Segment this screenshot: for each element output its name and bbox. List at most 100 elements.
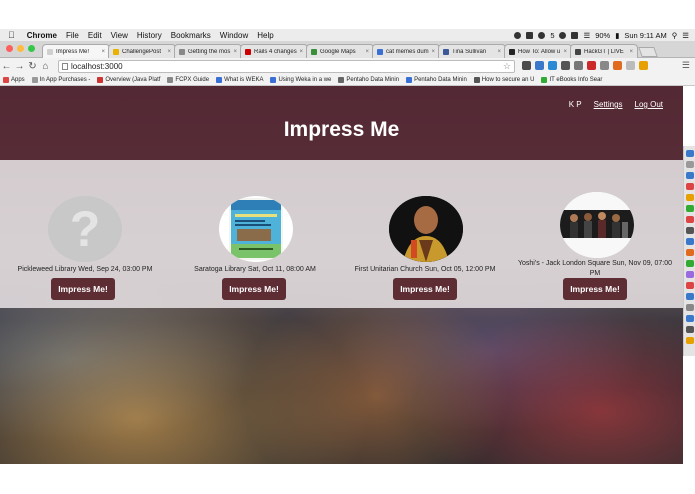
browser-tab[interactable]: How To: Allow u × [504, 44, 572, 58]
close-tab-icon[interactable]: × [101, 49, 105, 55]
extension-icon[interactable] [587, 61, 596, 70]
extension-icon[interactable] [613, 61, 622, 70]
browser-tab[interactable]: ChallengePost × [108, 44, 176, 58]
band-photo-image[interactable] [560, 192, 634, 258]
new-tab-button[interactable] [638, 47, 658, 57]
menu-bookmarks[interactable]: Bookmarks [171, 31, 211, 40]
dock-app-icon[interactable] [685, 315, 694, 322]
browser-tab[interactable]: Impress Me! × [42, 44, 110, 58]
menu-history[interactable]: History [137, 31, 162, 40]
dock-app-icon[interactable] [685, 205, 694, 212]
tray-record-icon[interactable] [538, 31, 546, 39]
bookmark-item[interactable]: Using Weka in a we [270, 77, 331, 83]
dock-app-icon[interactable] [685, 238, 694, 245]
menu-file[interactable]: File [66, 31, 79, 40]
extension-icon[interactable] [639, 61, 648, 70]
extension-icon[interactable] [548, 61, 557, 70]
dock-app-icon[interactable] [685, 282, 694, 289]
impress-me-button[interactable]: Impress Me! [51, 278, 115, 300]
close-tab-icon[interactable]: × [497, 49, 501, 55]
dock-app-icon[interactable] [685, 216, 694, 223]
logout-link[interactable]: Log Out [635, 100, 663, 109]
dock-app-icon[interactable] [685, 161, 694, 168]
extension-icon[interactable] [600, 61, 609, 70]
bookmark-item[interactable]: In App Purchases - [31, 77, 90, 83]
wifi-icon[interactable]: ☰ [583, 31, 590, 40]
back-arrow-icon[interactable]: ← [0, 61, 13, 72]
zoom-window-button[interactable] [28, 45, 35, 52]
tray-app-icon[interactable] [514, 31, 522, 39]
clock[interactable]: Sun 9:11 AM [624, 31, 666, 40]
address-bar[interactable]: localhost:3000 ☆ [58, 60, 515, 73]
menu-view[interactable]: View [111, 31, 128, 40]
question-mark-icon[interactable]: ? [48, 196, 122, 262]
impress-me-button[interactable]: Impress Me! [393, 278, 457, 300]
tray-badge-count[interactable]: 5 [550, 31, 554, 40]
notification-center-icon[interactable]: ☰ [682, 31, 689, 40]
battery-percent[interactable]: 90% [595, 31, 610, 40]
bookmark-item[interactable]: How to secure an U [473, 77, 534, 83]
minimize-window-button[interactable] [17, 45, 24, 52]
bookmark-item[interactable]: What is WEKA [216, 77, 263, 83]
dock-app-icon[interactable] [685, 326, 694, 333]
tray-edit-icon[interactable] [526, 31, 534, 39]
browser-tab[interactable]: cat memes dumb × [372, 44, 440, 58]
bookmark-item[interactable]: IT eBooks Info Sear [541, 77, 602, 83]
address-url[interactable]: localhost:3000 [71, 62, 123, 71]
spotlight-search-icon[interactable]: ⚲ [672, 31, 678, 40]
browser-tab[interactable]: Tina Sullivan × [438, 44, 506, 58]
bookmark-star-icon[interactable]: ☆ [503, 61, 511, 72]
event-flyer-image[interactable] [219, 196, 293, 262]
extension-icon[interactable] [535, 61, 544, 70]
dock-app-icon[interactable] [685, 150, 694, 157]
browser-tab[interactable]: Google Maps × [306, 44, 374, 58]
menu-edit[interactable]: Edit [88, 31, 102, 40]
reload-icon[interactable]: ↻ [26, 61, 39, 72]
browser-tab[interactable]: HackGT | LIVE × [570, 44, 638, 58]
dock-app-icon[interactable] [685, 194, 694, 201]
tray-volume-icon[interactable] [571, 31, 579, 39]
browser-tab[interactable]: Getting the mos × [174, 44, 242, 58]
bookmark-item[interactable]: Apps [3, 77, 25, 83]
apple-icon[interactable]:  [8, 30, 15, 40]
speaker-photo-image[interactable] [389, 196, 463, 262]
dock-app-icon[interactable] [685, 249, 694, 256]
extension-icon[interactable] [626, 61, 635, 70]
impress-me-button[interactable]: Impress Me! [222, 278, 286, 300]
bookmark-item[interactable]: Overview (Java Platf [97, 77, 160, 83]
home-icon[interactable]: ⌂ [39, 61, 52, 72]
settings-link[interactable]: Settings [594, 100, 623, 109]
dock-app-icon[interactable] [685, 337, 694, 344]
menu-help[interactable]: Help [257, 31, 273, 40]
bookmark-item[interactable]: FCPX Guide [167, 77, 209, 83]
close-tab-icon[interactable]: × [299, 49, 303, 55]
battery-icon[interactable]: ▮ [615, 31, 619, 40]
close-tab-icon[interactable]: × [629, 49, 633, 55]
bookmark-item[interactable]: Pentaho Data Minin [338, 77, 399, 83]
close-window-button[interactable] [6, 45, 13, 52]
extension-icon[interactable] [522, 61, 531, 70]
extension-icon[interactable] [574, 61, 583, 70]
close-tab-icon[interactable]: × [167, 49, 171, 55]
bookmark-item[interactable]: Pentaho Data Minin [406, 77, 467, 83]
dock-app-icon[interactable] [685, 293, 694, 300]
chrome-menu-icon[interactable]: ☰ [682, 60, 690, 71]
menu-window[interactable]: Window [220, 31, 248, 40]
dock-app-icon[interactable] [685, 172, 694, 179]
tray-sync-icon[interactable] [559, 31, 567, 39]
dock-app-icon[interactable] [685, 271, 694, 278]
dock-app-icon[interactable] [685, 227, 694, 234]
close-tab-icon[interactable]: × [563, 49, 567, 55]
dock-app-icon[interactable] [685, 304, 694, 311]
dock-app-icon[interactable] [685, 183, 694, 190]
impress-me-button[interactable]: Impress Me! [563, 278, 627, 300]
gear-icon[interactable] [561, 61, 570, 70]
close-tab-icon[interactable]: × [233, 49, 237, 55]
menu-app-name[interactable]: Chrome [27, 31, 57, 40]
browser-tab[interactable]: Rails 4 changes × [240, 44, 308, 58]
forward-arrow-icon[interactable]: → [13, 61, 26, 72]
close-tab-icon[interactable]: × [431, 49, 435, 55]
close-tab-icon[interactable]: × [365, 49, 369, 55]
user-initials[interactable]: K P [569, 100, 582, 109]
dock-app-icon[interactable] [685, 260, 694, 267]
